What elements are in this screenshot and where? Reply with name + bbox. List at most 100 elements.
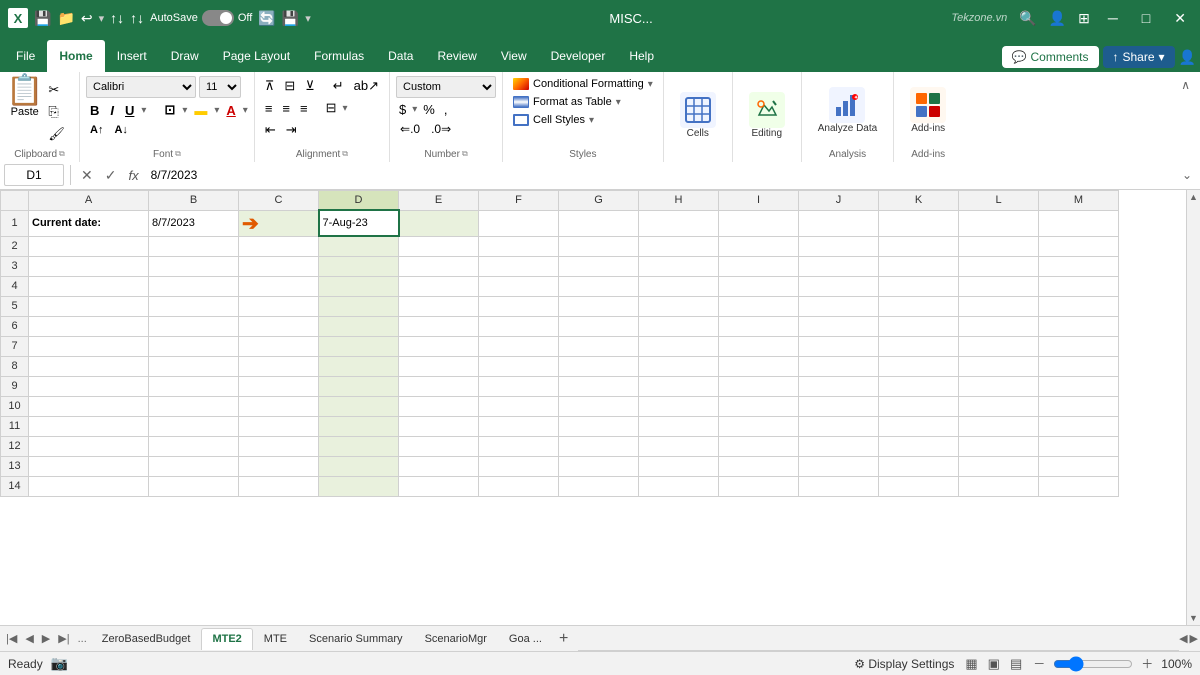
comments-button[interactable]: 💬 Comments — [1002, 46, 1099, 68]
analyze-data-btn[interactable]: ✦ Analyze Data — [812, 85, 883, 136]
add-sheet-btn[interactable]: + — [553, 630, 574, 648]
sheet-tab-ZeroBasedBudget[interactable]: ZeroBasedBudget — [91, 628, 202, 650]
folder-icon[interactable]: 📁 — [57, 10, 74, 27]
format-as-table-btn[interactable]: Format as Table ▾ — [509, 94, 625, 110]
cell-ref-box[interactable]: D1 — [4, 164, 64, 186]
sort-asc-icon[interactable]: ↑↓ — [110, 10, 124, 26]
row-num-14[interactable]: 14 — [1, 476, 29, 496]
row-num-12[interactable]: 12 — [1, 436, 29, 456]
minimize-btn[interactable]: ─ — [1102, 8, 1124, 28]
cell-A1[interactable]: Current date: — [29, 210, 149, 236]
tab-draw[interactable]: Draw — [159, 40, 211, 72]
sheet-tab-Goa[interactable]: Goa ... — [498, 628, 553, 650]
cells-big-btn[interactable]: Cells — [674, 90, 722, 141]
ribbon-collapse-btn[interactable]: ∧ — [1175, 76, 1196, 94]
row-num-13[interactable]: 13 — [1, 456, 29, 476]
tab-prev-btn[interactable]: ◀ — [21, 630, 37, 647]
layout-view-btn[interactable]: ▣ — [985, 655, 1003, 673]
copy-icon[interactable]: ⎘ — [45, 102, 68, 122]
tab-data[interactable]: Data — [376, 40, 425, 72]
tab-formulas[interactable]: Formulas — [302, 40, 376, 72]
status-icon[interactable]: 📷 — [51, 655, 68, 672]
font-expand[interactable]: ⧉ — [175, 149, 181, 159]
row-num-11[interactable]: 11 — [1, 416, 29, 436]
col-header-L[interactable]: L — [959, 190, 1039, 210]
scroll-down-btn[interactable]: ▼ — [1187, 611, 1200, 625]
conditional-formatting-btn[interactable]: Conditional Formatting ▾ — [509, 76, 657, 92]
save-icon[interactable]: 💾 — [34, 10, 51, 27]
tab-view[interactable]: View — [489, 40, 539, 72]
account-profile-icon[interactable]: 👤 — [1179, 49, 1196, 66]
sheet-scroll-area[interactable]: A B C D E F G H I J K L — [0, 190, 1200, 625]
fill-color-button[interactable]: ▬ — [190, 101, 211, 120]
decrease-font-btn[interactable]: A↓ — [110, 122, 131, 138]
align-left-btn[interactable]: ≡ — [261, 99, 277, 118]
cell-M1[interactable] — [1039, 210, 1119, 236]
italic-button[interactable]: I — [106, 101, 118, 120]
formula-input[interactable] — [147, 164, 1174, 186]
col-header-B[interactable]: B — [149, 190, 239, 210]
tab-insert[interactable]: Insert — [105, 40, 159, 72]
align-center-btn[interactable]: ≡ — [278, 99, 294, 118]
paste-button[interactable]: 📋 Paste — [6, 76, 43, 118]
search-icon[interactable]: 🔍 — [1019, 10, 1036, 27]
underline-arrow[interactable]: ▾ — [141, 105, 146, 116]
col-header-F[interactable]: F — [479, 190, 559, 210]
col-header-K[interactable]: K — [879, 190, 959, 210]
pagebreak-view-btn[interactable]: ▤ — [1007, 655, 1025, 673]
cond-fmt-arrow[interactable]: ▾ — [648, 79, 653, 90]
row-num-3[interactable]: 3 — [1, 256, 29, 276]
cancel-formula-btn[interactable]: ✕ — [77, 165, 97, 186]
font-color-arrow[interactable]: ▾ — [243, 105, 248, 116]
row-num-8[interactable]: 8 — [1, 356, 29, 376]
row-num-6[interactable]: 6 — [1, 316, 29, 336]
tab-next-btn[interactable]: ▶ — [38, 630, 54, 647]
cell-C1[interactable]: ➔ — [239, 210, 319, 236]
cell-A2[interactable] — [29, 236, 149, 256]
percent-btn[interactable]: % — [420, 101, 438, 118]
display-settings-btn[interactable]: ⚙ Display Settings — [854, 657, 954, 671]
number-format-select[interactable]: Custom General Number Currency Accountin… — [396, 76, 496, 98]
col-header-J[interactable]: J — [799, 190, 879, 210]
zoom-out-btn[interactable]: － — [1033, 655, 1045, 672]
align-right-btn[interactable]: ≡ — [296, 99, 312, 118]
zoom-slider[interactable] — [1053, 656, 1133, 672]
increase-indent-btn[interactable]: ⇥ — [282, 120, 301, 140]
sort-desc-icon[interactable]: ↑↓ — [130, 10, 144, 26]
col-header-C[interactable]: C — [239, 190, 319, 210]
cell-I1[interactable] — [719, 210, 799, 236]
autosave-toggle[interactable]: AutoSave Off — [150, 10, 252, 26]
tab-scroll-right-btn[interactable]: ▶ — [1190, 632, 1198, 645]
cell-G1[interactable] — [559, 210, 639, 236]
autosave-track[interactable] — [202, 10, 234, 26]
ribbon-expand-icon[interactable]: ⊞ — [1078, 10, 1090, 27]
underline-button[interactable]: U — [121, 101, 138, 120]
col-header-G[interactable]: G — [559, 190, 639, 210]
tab-help[interactable]: Help — [617, 40, 666, 72]
cell-J1[interactable] — [799, 210, 879, 236]
sheet-tab-ScenarioSummary[interactable]: Scenario Summary — [298, 628, 414, 650]
cell-styles-arrow[interactable]: ▾ — [589, 115, 594, 126]
font-size-select[interactable]: 11 — [199, 76, 241, 98]
sheet-tab-MTE2[interactable]: MTE2 — [201, 628, 252, 650]
row-num-5[interactable]: 5 — [1, 296, 29, 316]
vertical-scrollbar[interactable]: ▲ ▼ — [1186, 190, 1200, 625]
cell-K1[interactable] — [879, 210, 959, 236]
tab-review[interactable]: Review — [425, 40, 488, 72]
zoom-in-btn[interactable]: ＋ — [1141, 655, 1153, 672]
decrease-decimal-btn[interactable]: ⇐.0 — [396, 121, 424, 137]
scroll-up-btn[interactable]: ▲ — [1187, 190, 1200, 204]
alignment-expand[interactable]: ⧉ — [342, 149, 348, 159]
cell-L1[interactable] — [959, 210, 1039, 236]
tab-first-btn[interactable]: |◀ — [2, 630, 21, 647]
sheet-tab-ScenarioMgr[interactable]: ScenarioMgr — [414, 628, 498, 650]
addins-btn[interactable]: Add-ins — [904, 85, 952, 136]
cell-E1[interactable] — [399, 210, 479, 236]
row-num-9[interactable]: 9 — [1, 376, 29, 396]
increase-decimal-btn[interactable]: .0⇒ — [427, 121, 455, 137]
row-num-1[interactable]: 1 — [1, 210, 29, 236]
col-header-M[interactable]: M — [1039, 190, 1119, 210]
tab-developer[interactable]: Developer — [539, 40, 618, 72]
cell-F1[interactable] — [479, 210, 559, 236]
comma-btn[interactable]: , — [441, 101, 451, 118]
